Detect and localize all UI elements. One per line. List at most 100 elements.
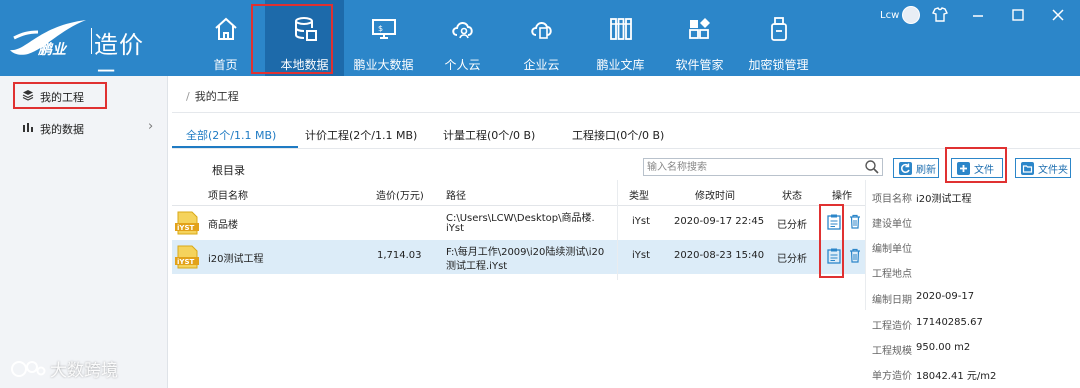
panel-divider [865, 180, 866, 310]
trash-icon[interactable] [849, 248, 861, 263]
avatar[interactable] [902, 6, 920, 24]
tab-pricing-projects[interactable]: 计价工程(2个/1.1 MB) [305, 127, 417, 143]
maximize-icon[interactable] [1008, 6, 1028, 24]
refresh-button[interactable]: 刷新 [893, 158, 939, 178]
column-header-modified[interactable]: 修改时间 [695, 187, 735, 202]
sidebar-item-label: 我的数据 [40, 123, 84, 136]
cell-path-line1: F:\每月工作\2009\i20陆续测试\i20 [446, 247, 605, 258]
cell-type: iYst [632, 216, 651, 227]
cell-path-line2: 测试工程.iYst [446, 261, 508, 272]
column-header-cost[interactable]: 造价(万元) [376, 187, 424, 202]
cell-cost: 1,714.03 [377, 250, 422, 261]
detail-label: 项目名称 [872, 194, 912, 205]
nav-big-data[interactable]: $ 鹏业大数据 [344, 0, 423, 76]
nav-library[interactable]: 鹏业文库 [581, 0, 660, 76]
breadcrumb: / 我的工程 [186, 88, 239, 104]
nav-library-label: 鹏业文库 [596, 58, 645, 72]
divider [172, 112, 1080, 113]
skin-icon[interactable] [930, 6, 950, 24]
column-header-path[interactable]: 路径 [446, 187, 466, 202]
cell-name: i20测试工程 [208, 254, 264, 265]
table-row[interactable]: iYST 商品楼 C:\Users\LCW\Desktop\商品楼. iYst … [172, 206, 865, 240]
highlight-box-edit-icons [819, 204, 844, 278]
home-icon [215, 17, 237, 40]
column-divider [617, 180, 618, 280]
detail-label: 工程地点 [872, 269, 912, 280]
cell-status: 已分析 [777, 220, 807, 231]
detail-label: 单方造价 [872, 371, 912, 382]
library-icon [610, 18, 632, 40]
file-icon-label: iYST [177, 258, 195, 266]
software-manager-icon [689, 18, 710, 39]
tab-all[interactable]: 全部(2个/1.1 MB) [186, 127, 276, 143]
table-header: 项目名称 造价(万元) 路径 类型 修改时间 状态 操作 [172, 180, 865, 206]
sidebar-item-my-data[interactable]: 我的数据 › [0, 112, 168, 142]
column-header-actions: 操作 [832, 191, 852, 202]
cell-path-line1: C:\Users\LCW\Desktop\商品楼. [446, 213, 595, 224]
nav-enterprise-cloud-label: 企业云 [523, 58, 560, 72]
trash-icon[interactable] [849, 214, 861, 229]
detail-label: 工程规模 [872, 346, 912, 357]
detail-label: 编制单位 [872, 244, 912, 255]
new-folder-button-label: 文件夹 [1038, 164, 1068, 176]
app-logo: 鹏业 造价云 [8, 14, 168, 94]
detail-label: 编制日期 [872, 295, 912, 306]
iyst-file-icon: iYST [175, 211, 199, 235]
cell-modified: 2020-08-23 15:40 [674, 250, 765, 261]
cell-name: 商品楼 [208, 220, 238, 231]
detail-value: 18042.41 元/m2 [916, 371, 997, 382]
nav-usb-key-label: 加密锁管理 [748, 58, 809, 72]
cell-type: iYst [632, 250, 651, 261]
title-bar: 鹏业 造价云 首页 本地数据 $ 鹏业大数据 [0, 0, 1080, 94]
cell-path-line2: iYst [446, 223, 465, 234]
search-field[interactable] [643, 158, 883, 176]
table-row-selected[interactable]: iYST i20测试工程 1,714.03 F:\每月工作\2009\i20陆续… [172, 240, 865, 274]
detail-label: 建设单位 [872, 219, 912, 230]
monitor-icon: $ [372, 19, 396, 39]
iyst-file-icon: iYST [175, 245, 199, 269]
user-name: Lcw [880, 10, 900, 21]
minimize-icon[interactable] [968, 6, 988, 24]
usb-key-icon [771, 17, 787, 41]
nav-personal-cloud[interactable]: 个人云 [423, 0, 502, 76]
refresh-icon [899, 161, 912, 175]
search-input[interactable] [644, 159, 859, 175]
cell-status: 已分析 [777, 254, 807, 265]
highlight-box-nav [251, 4, 333, 74]
bar-chart-icon [23, 123, 33, 132]
tab-project-interface[interactable]: 工程接口(0个/0 B) [572, 127, 664, 143]
nav-personal-cloud-label: 个人云 [444, 58, 481, 72]
column-header-name[interactable]: 项目名称 [208, 187, 248, 202]
nav-usb-key[interactable]: 加密锁管理 [739, 0, 818, 76]
column-header-status[interactable]: 状态 [782, 187, 802, 202]
nav-software-manager[interactable]: 软件管家 [660, 0, 739, 76]
detail-value: 2020-09-17 [916, 291, 975, 302]
svg-text:$: $ [378, 24, 383, 33]
close-icon[interactable] [1048, 6, 1068, 24]
enterprise-cloud-icon [531, 22, 552, 39]
divider [172, 148, 1080, 149]
watermark-logo-icon [11, 360, 46, 377]
nav-software-manager-label: 软件管家 [675, 58, 724, 72]
detail-value: 950.00 m2 [916, 342, 971, 353]
column-header-type[interactable]: 类型 [629, 187, 649, 202]
watermark: 大数跨境 [10, 356, 118, 381]
refresh-button-label: 刷新 [916, 164, 936, 176]
logo-subtitle: 鹏业 [38, 42, 66, 58]
breadcrumb-separator: / [186, 90, 190, 103]
logo-separator [91, 28, 92, 54]
new-folder-button[interactable]: 文件夹 [1015, 158, 1071, 178]
nav-big-data-label: 鹏业大数据 [353, 58, 414, 72]
detail-value: 17140285.67 [916, 317, 983, 328]
detail-label: 工程造价 [872, 321, 912, 332]
highlight-box-sidebar [13, 82, 107, 109]
highlight-box-file-button [945, 147, 1007, 183]
search-icon[interactable] [864, 159, 880, 175]
root-directory-label[interactable]: 根目录 [212, 162, 245, 178]
nav-enterprise-cloud[interactable]: 企业云 [502, 0, 581, 76]
file-icon-label: iYST [177, 224, 195, 232]
watermark-text: 大数跨境 [50, 361, 118, 381]
sidebar: 我的工程 我的数据 › [0, 76, 168, 388]
tab-measurement-projects[interactable]: 计量工程(0个/0 B) [443, 127, 535, 143]
folder-icon [1021, 161, 1034, 175]
